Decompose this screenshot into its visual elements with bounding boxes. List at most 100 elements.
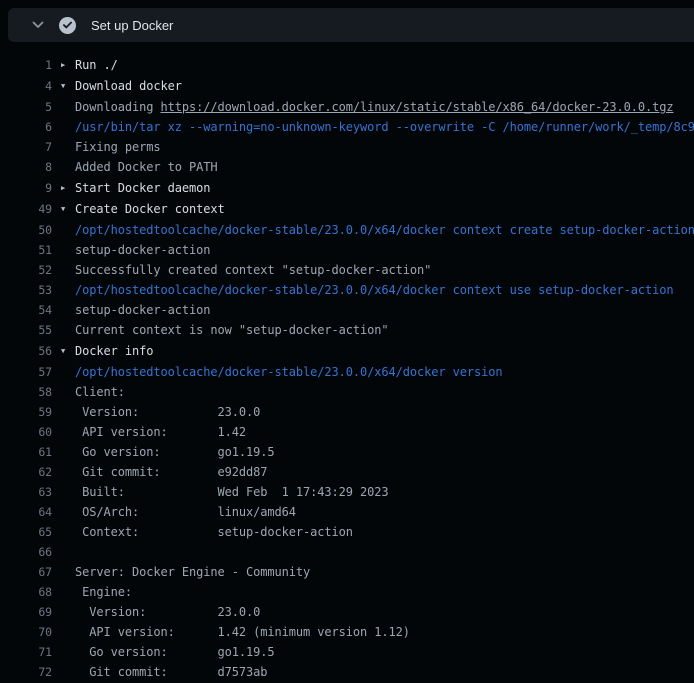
caret-spacer bbox=[61, 382, 75, 402]
log-line: 5 Downloading https://download.docker.com… bbox=[0, 97, 694, 117]
log-text: Context: setup-docker-action bbox=[75, 522, 353, 542]
command-text: /opt/hostedtoolcache/docker-stable/23.0.… bbox=[75, 280, 673, 300]
log-group-row[interactable]: 56 ▼Docker info bbox=[0, 341, 694, 361]
caret-spacer bbox=[61, 240, 75, 260]
caret-spacer bbox=[61, 522, 75, 542]
caret-spacer bbox=[61, 642, 75, 662]
log-viewer[interactable]: 1▶Run ./4▼Download docker5Downloading ht… bbox=[0, 42, 694, 683]
log-text: Go version: go1.19.5 bbox=[75, 642, 275, 662]
log-line: 53/opt/hostedtoolcache/docker-stable/23.… bbox=[0, 280, 694, 300]
line-number[interactable]: 61 bbox=[0, 442, 52, 462]
group-title[interactable]: Run ./ bbox=[75, 55, 118, 75]
line-number[interactable]: 54 bbox=[0, 300, 52, 320]
caret-spacer bbox=[61, 280, 75, 300]
log-text: Added Docker to PATH bbox=[75, 157, 218, 177]
caret-collapsed-icon[interactable]: ▶ bbox=[61, 178, 75, 198]
log-group-row[interactable]: 4 ▼Download docker bbox=[0, 76, 694, 96]
line-number[interactable]: 59 bbox=[0, 402, 52, 422]
log-line: 61 Go version: go1.19.5 bbox=[0, 442, 694, 462]
line-number[interactable]: 4 bbox=[0, 76, 52, 96]
caret-collapsed-icon[interactable]: ▶ bbox=[61, 55, 75, 75]
download-url-link[interactable]: https://download.docker.com/linux/static… bbox=[161, 97, 674, 117]
caret-spacer bbox=[61, 220, 75, 240]
log-line: 70 API version: 1.42 (minimum version 1.… bbox=[0, 622, 694, 642]
line-number[interactable]: 60 bbox=[0, 422, 52, 442]
line-number[interactable]: 66 bbox=[0, 542, 52, 562]
line-number[interactable]: 1 bbox=[0, 55, 52, 75]
line-number[interactable]: 49 bbox=[0, 199, 52, 219]
line-number[interactable]: 7 bbox=[0, 137, 52, 157]
group-title[interactable]: Create Docker context bbox=[75, 199, 225, 219]
group-title[interactable]: Start Docker daemon bbox=[75, 178, 210, 198]
log-line: 50/opt/hostedtoolcache/docker-stable/23.… bbox=[0, 220, 694, 240]
log-group-row[interactable]: 9 ▶Start Docker daemon bbox=[0, 178, 694, 198]
group-title[interactable]: Docker info bbox=[75, 341, 153, 361]
line-number[interactable]: 5 bbox=[0, 97, 52, 117]
caret-spacer bbox=[61, 320, 75, 340]
log-text: Successfully created context "setup-dock… bbox=[75, 260, 431, 280]
line-number[interactable]: 6 bbox=[0, 117, 52, 137]
caret-spacer bbox=[61, 402, 75, 422]
caret-expanded-icon[interactable]: ▼ bbox=[61, 341, 75, 361]
caret-spacer bbox=[61, 97, 75, 117]
caret-spacer bbox=[61, 117, 75, 137]
line-number[interactable]: 62 bbox=[0, 462, 52, 482]
caret-spacer bbox=[61, 157, 75, 177]
log-line: 59 Version: 23.0.0 bbox=[0, 402, 694, 422]
line-number[interactable]: 8 bbox=[0, 157, 52, 177]
step-header[interactable]: Set up Docker bbox=[8, 8, 694, 42]
line-number[interactable]: 56 bbox=[0, 341, 52, 361]
log-text: API version: 1.42 bbox=[75, 422, 246, 442]
line-number[interactable]: 50 bbox=[0, 220, 52, 240]
chevron-down-icon[interactable] bbox=[30, 17, 46, 33]
log-text: Version: 23.0.0 bbox=[75, 602, 260, 622]
line-number[interactable]: 55 bbox=[0, 320, 52, 340]
log-text: setup-docker-action bbox=[75, 240, 210, 260]
group-title[interactable]: Download docker bbox=[75, 76, 182, 96]
line-number[interactable]: 65 bbox=[0, 522, 52, 542]
log-group-row[interactable]: 1 ▶Run ./ bbox=[0, 55, 694, 75]
line-number[interactable]: 71 bbox=[0, 642, 52, 662]
line-number[interactable]: 69 bbox=[0, 602, 52, 622]
log-text: OS/Arch: linux/amd64 bbox=[75, 502, 296, 522]
log-line: 57/opt/hostedtoolcache/docker-stable/23.… bbox=[0, 362, 694, 382]
line-number[interactable]: 57 bbox=[0, 362, 52, 382]
line-number[interactable]: 68 bbox=[0, 582, 52, 602]
log-group-row[interactable]: 49 ▼Create Docker context bbox=[0, 199, 694, 219]
line-number[interactable]: 58 bbox=[0, 382, 52, 402]
caret-expanded-icon[interactable]: ▼ bbox=[61, 76, 75, 96]
log-line: 54setup-docker-action bbox=[0, 300, 694, 320]
line-number[interactable]: 72 bbox=[0, 662, 52, 682]
line-number[interactable]: 63 bbox=[0, 482, 52, 502]
caret-spacer bbox=[61, 502, 75, 522]
caret-spacer bbox=[61, 662, 75, 682]
line-number[interactable]: 70 bbox=[0, 622, 52, 642]
caret-expanded-icon[interactable]: ▼ bbox=[61, 199, 75, 219]
log-line: 64 OS/Arch: linux/amd64 bbox=[0, 502, 694, 522]
log-line: 67Server: Docker Engine - Community bbox=[0, 562, 694, 582]
line-number[interactable]: 53 bbox=[0, 280, 52, 300]
log-text: Fixing perms bbox=[75, 137, 161, 157]
line-number[interactable]: 67 bbox=[0, 562, 52, 582]
log-text: Git commit: d7573ab bbox=[75, 662, 267, 682]
check-circle-icon bbox=[59, 17, 76, 34]
log-text: Git commit: e92dd87 bbox=[75, 462, 267, 482]
log-line: 68 Engine: bbox=[0, 582, 694, 602]
command-text: /opt/hostedtoolcache/docker-stable/23.0.… bbox=[75, 220, 694, 240]
caret-spacer bbox=[61, 462, 75, 482]
log-line: 62 Git commit: e92dd87 bbox=[0, 462, 694, 482]
line-number[interactable]: 9 bbox=[0, 178, 52, 198]
log-line: 58 Client: bbox=[0, 382, 694, 402]
line-number[interactable]: 52 bbox=[0, 260, 52, 280]
caret-spacer bbox=[61, 422, 75, 442]
line-number[interactable]: 64 bbox=[0, 502, 52, 522]
log-line: 6/usr/bin/tar xz --warning=no-unknown-ke… bbox=[0, 117, 694, 137]
log-text: Client: bbox=[75, 382, 125, 402]
log-text: Engine: bbox=[75, 582, 132, 602]
step-title: Set up Docker bbox=[91, 18, 173, 33]
log-line: 65 Context: setup-docker-action bbox=[0, 522, 694, 542]
line-number[interactable]: 51 bbox=[0, 240, 52, 260]
log-text: Downloading bbox=[75, 97, 161, 117]
log-line: 8 Added Docker to PATH bbox=[0, 157, 694, 177]
command-text: /opt/hostedtoolcache/docker-stable/23.0.… bbox=[75, 362, 502, 382]
